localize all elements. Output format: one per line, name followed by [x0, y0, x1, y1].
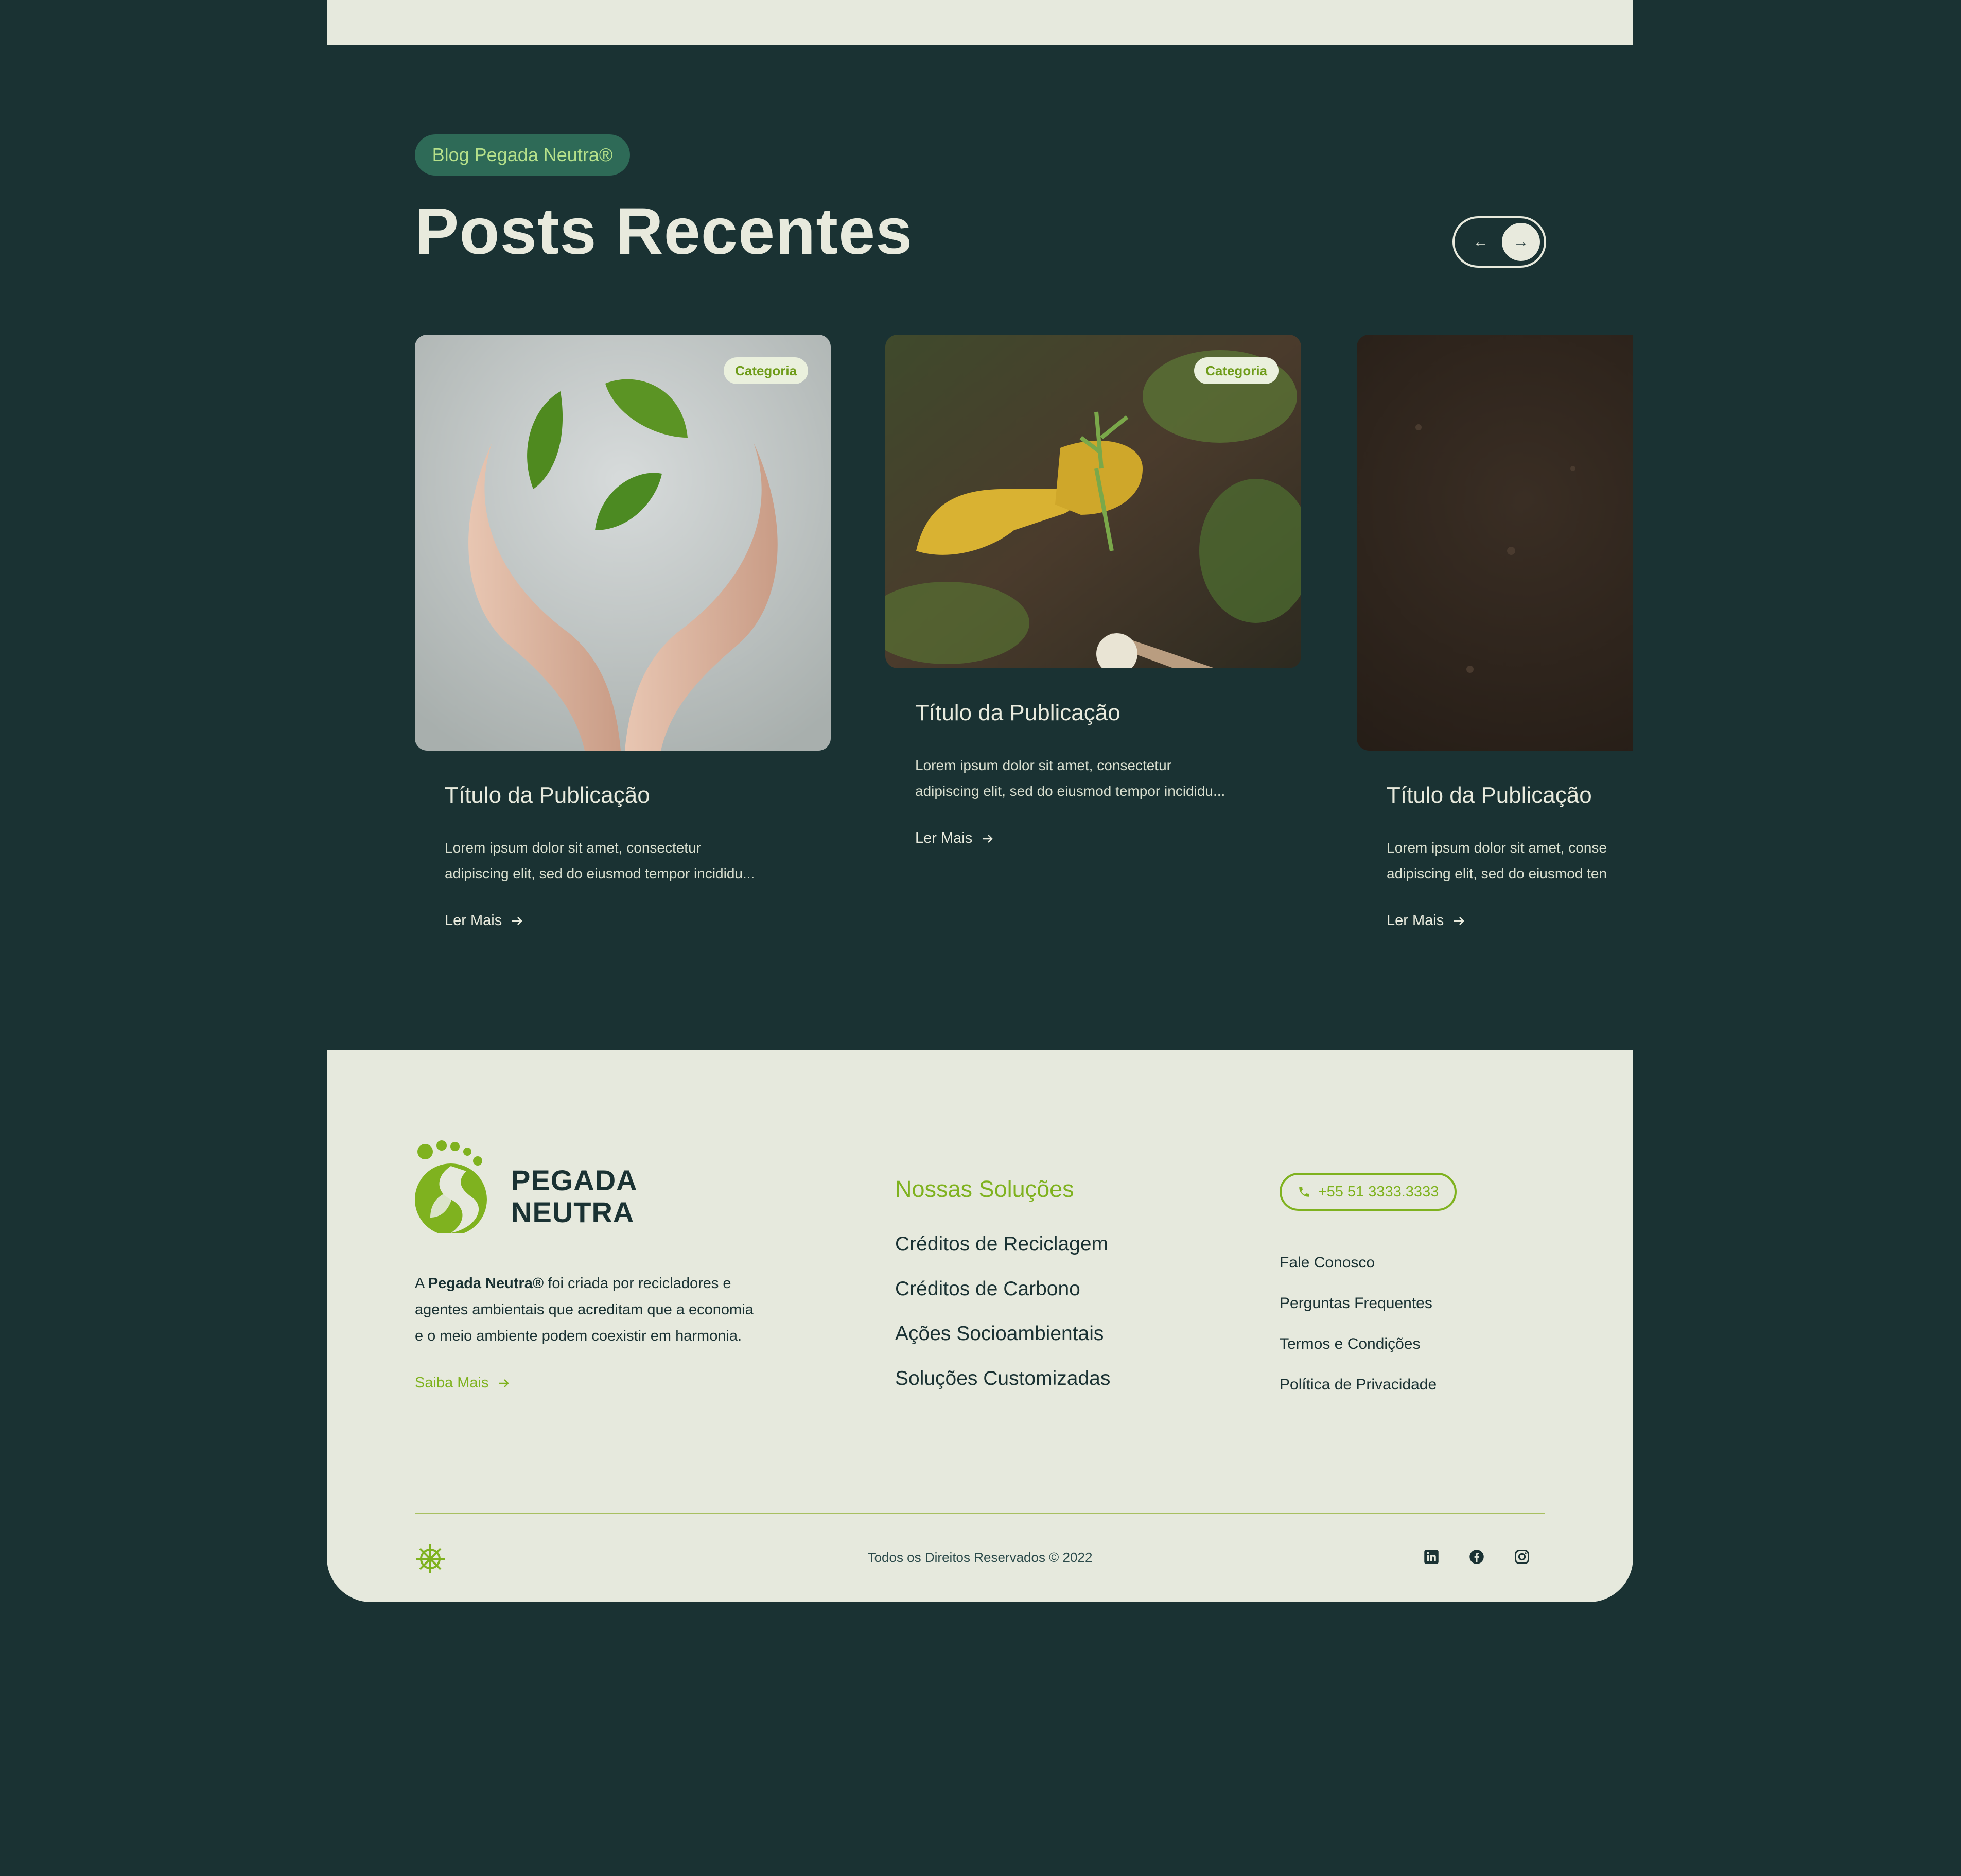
post-card[interactable]: Categoria Título da Publicação Lorem ips…: [415, 335, 831, 942]
read-more-label: Ler Mais: [1387, 912, 1444, 929]
post-excerpt-line: Lorem ipsum dolor sit amet, consectetur: [915, 757, 1171, 773]
footer: PEGADA NEUTRA A Pegada Neutra® foi criad…: [327, 1050, 1633, 1602]
post-excerpt-line: Lorem ipsum dolor sit amet, conse: [1387, 840, 1607, 856]
footer-link[interactable]: Perguntas Frequentes: [1280, 1295, 1437, 1335]
about-line1-rest: foi criada por recicladores e: [544, 1275, 731, 1292]
about-line: A Pegada Neutra® foi criada por reciclad…: [415, 1271, 806, 1297]
phone-icon: [1299, 1187, 1309, 1197]
footer-link[interactable]: Fale Conosco: [1280, 1254, 1437, 1295]
arrow-right-icon: [499, 1379, 510, 1387]
linkedin-icon[interactable]: [1423, 1549, 1440, 1565]
social-links: [1423, 1549, 1530, 1565]
read-more-link[interactable]: Ler Mais: [915, 830, 994, 847]
contact-links: Fale Conosco Perguntas Frequentes Termos…: [1280, 1254, 1437, 1417]
category-badge[interactable]: Categoria: [1194, 357, 1279, 384]
post-excerpt: Lorem ipsum dolor sit amet, consectetur …: [445, 835, 815, 887]
about-text: A Pegada Neutra® foi criada por reciclad…: [415, 1271, 806, 1349]
soil-photo: [1357, 335, 1633, 751]
post-image[interactable]: [1357, 335, 1633, 751]
solution-link[interactable]: Ações Socioambientais: [895, 1323, 1110, 1367]
footer-link[interactable]: Política de Privacidade: [1280, 1376, 1437, 1417]
about-line: agentes ambientais que acreditam que a e…: [415, 1301, 754, 1318]
post-card[interactable]: Título da Publicação Lorem ipsum dolor s…: [1357, 335, 1633, 942]
phone-number: +55 51 3333.3333: [1318, 1183, 1439, 1200]
section-title: Posts Recentes: [415, 195, 913, 268]
hands-leaves-photo: [415, 335, 831, 751]
post-image[interactable]: Categoria: [885, 335, 1301, 668]
brand-name-line: PEGADA: [511, 1164, 638, 1196]
category-badge[interactable]: Categoria: [724, 357, 808, 384]
brand-name: PEGADA NEUTRA: [511, 1165, 638, 1228]
post-excerpt-line: adipiscing elit, sed do eiusmod tempor i…: [445, 865, 755, 881]
read-more-label: Ler Mais: [445, 912, 502, 929]
phone-button[interactable]: +55 51 3333.3333: [1280, 1173, 1457, 1211]
saiba-mais-link[interactable]: Saiba Mais: [415, 1375, 510, 1392]
about-line: e o meio ambiente podem coexistir em har…: [415, 1328, 742, 1344]
previous-section-bottom: [327, 0, 1633, 45]
carousel-prev-button[interactable]: ←: [1473, 233, 1489, 251]
facebook-icon[interactable]: [1468, 1549, 1485, 1565]
footer-divider: [415, 1513, 1545, 1514]
arrow-right-icon: [983, 834, 993, 843]
blog-pill: Blog Pegada Neutra®: [415, 134, 630, 176]
brand-name-line: NEUTRA: [511, 1196, 635, 1228]
post-excerpt: Lorem ipsum dolor sit amet, conse adipis…: [1387, 835, 1633, 887]
post-title[interactable]: Título da Publicação: [915, 700, 1120, 726]
arrow-right-icon: [1454, 916, 1464, 925]
post-title[interactable]: Título da Publicação: [445, 783, 650, 808]
solution-link[interactable]: Créditos de Reciclagem: [895, 1233, 1110, 1278]
post-excerpt-line: adipiscing elit, sed do eiusmod tempor i…: [915, 783, 1225, 799]
read-more-link[interactable]: Ler Mais: [445, 912, 523, 929]
post-excerpt-line: Lorem ipsum dolor sit amet, consectetur: [445, 840, 701, 856]
gloved-hands-photo: [885, 335, 1301, 668]
footprint-leaf-logo-icon[interactable]: [415, 1140, 492, 1233]
read-more-label: Ler Mais: [915, 830, 973, 846]
posts-carousel: Categoria Título da Publicação Lorem ips…: [415, 335, 1633, 952]
post-excerpt-line: adipiscing elit, sed do eiusmod ten: [1387, 865, 1607, 881]
saiba-mais-label: Saiba Mais: [415, 1375, 489, 1391]
about-prefix: A: [415, 1275, 428, 1292]
solutions-list: Créditos de Reciclagem Créditos de Carbo…: [895, 1233, 1110, 1412]
solutions-title: Nossas Soluções: [895, 1176, 1074, 1202]
carousel-next-button[interactable]: →: [1502, 223, 1540, 261]
instagram-icon[interactable]: [1514, 1549, 1530, 1565]
post-image[interactable]: Categoria: [415, 335, 831, 751]
footer-link[interactable]: Termos e Condições: [1280, 1335, 1437, 1376]
carousel-nav: ← →: [1452, 216, 1546, 268]
solution-link[interactable]: Soluções Customizadas: [895, 1367, 1110, 1412]
about-brand: Pegada Neutra®: [428, 1275, 544, 1292]
read-more-link[interactable]: Ler Mais: [1387, 912, 1465, 929]
post-title[interactable]: Título da Publicação: [1387, 783, 1592, 808]
arrow-right-icon: [512, 916, 522, 925]
solution-link[interactable]: Créditos de Carbono: [895, 1278, 1110, 1323]
post-excerpt: Lorem ipsum dolor sit amet, consectetur …: [915, 753, 1286, 804]
post-card[interactable]: Categoria Título da Publicação Lorem ips…: [885, 335, 1301, 860]
